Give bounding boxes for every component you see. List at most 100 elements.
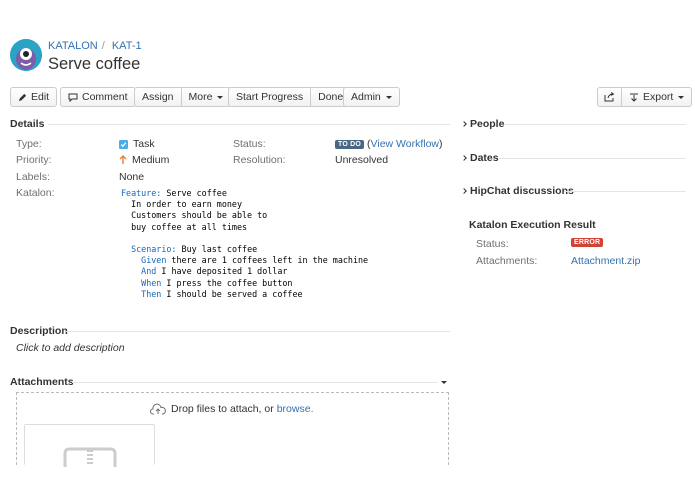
people-toggle[interactable]: People — [461, 118, 505, 130]
edit-button-label: Edit — [31, 91, 50, 103]
gherkin-text: Serve coffee — [161, 188, 227, 198]
status-badge: TO DO — [335, 139, 365, 149]
details-heading[interactable]: Details — [10, 118, 44, 130]
comment-button-label: Comment — [82, 91, 128, 103]
more-button[interactable]: More — [181, 87, 232, 107]
katalon-label: Katalon: — [16, 187, 55, 199]
browse-link[interactable]: browse. — [277, 403, 314, 415]
workflow-group: Start Progress Done — [228, 87, 352, 107]
assign-more-group: Assign More — [134, 87, 232, 107]
breadcrumb-project-link[interactable]: KATALON — [48, 40, 98, 52]
comment-button[interactable]: Comment — [60, 87, 136, 107]
priority-value-text: Medium — [132, 154, 170, 166]
gherkin-line: Scenario: Buy last coffee — [121, 244, 368, 255]
gherkin-text: buy coffee at all times — [121, 221, 248, 232]
more-button-label: More — [188, 91, 213, 103]
gherkin-line: Given there are 1 coffees left in the ma… — [121, 255, 368, 266]
details-divider — [48, 124, 450, 125]
priority-value: Medium — [119, 154, 169, 166]
attachments-divider — [72, 382, 438, 383]
katalon-status-value: ERROR — [571, 238, 604, 247]
chevron-right-icon — [461, 121, 467, 127]
katalon-attachments-value: Attachment.zip — [571, 255, 640, 267]
gherkin-text: I press the coffee button — [161, 277, 293, 288]
priority-arrow-up-icon — [119, 155, 127, 164]
chevron-down-icon — [385, 95, 392, 99]
gherkin-line — [121, 233, 368, 244]
dropzone-text: Drop files to attach, or — [171, 403, 274, 415]
dates-heading: Dates — [470, 152, 499, 164]
attachment-thumbnail[interactable] — [24, 424, 155, 467]
attachments-options-caret-icon[interactable] — [441, 381, 447, 384]
dropzone-message: Drop files to attach, or browse. — [150, 403, 313, 415]
gherkin-line: Customers should be able to — [121, 210, 368, 221]
share-export-group: Export — [597, 87, 693, 107]
gherkin-line: buy coffee at all times — [121, 222, 368, 233]
gherkin-text: Customers should be able to — [121, 210, 268, 221]
type-value-text: Task — [133, 138, 155, 150]
assign-button[interactable]: Assign — [134, 87, 182, 107]
labels-value[interactable]: None — [119, 171, 144, 183]
start-progress-button[interactable]: Start Progress — [228, 87, 312, 107]
gherkin-text: I should be served a coffee — [161, 288, 303, 299]
export-button-label: Export — [643, 91, 674, 103]
dates-divider — [499, 158, 686, 159]
dates-toggle[interactable]: Dates — [461, 152, 499, 164]
share-icon — [604, 92, 615, 102]
chevron-right-icon — [461, 155, 467, 161]
share-button[interactable] — [597, 87, 622, 107]
gherkin-line: In order to earn money — [121, 199, 368, 210]
task-icon — [119, 139, 128, 149]
export-icon — [630, 93, 638, 102]
gherkin-text: Buy last coffee — [176, 243, 258, 254]
monster-avatar-icon — [10, 39, 42, 71]
resolution-value: Unresolved — [335, 154, 389, 166]
gherkin-keyword: Feature: — [121, 188, 162, 198]
gherkin-keyword: Then — [141, 288, 162, 299]
gherkin-line: And I have deposited 1 dollar — [121, 266, 368, 277]
zip-file-icon — [63, 447, 117, 467]
description-heading[interactable]: Description — [10, 325, 68, 337]
hipchat-toggle[interactable]: HipChat discussions — [461, 185, 574, 197]
gherkin-block: Feature: Serve coffee In order to earn m… — [121, 188, 368, 300]
admin-button-label: Admin — [351, 91, 381, 103]
admin-button[interactable]: Admin — [343, 87, 400, 107]
gherkin-text: I have deposited 1 dollar — [156, 266, 288, 277]
katalon-result-heading: Katalon Execution Result — [469, 219, 596, 231]
edit-button[interactable]: Edit — [10, 87, 58, 107]
attachments-heading[interactable]: Attachments — [10, 376, 74, 388]
breadcrumb: KATALON / KAT-1 — [48, 40, 142, 52]
page-title[interactable]: Serve coffee — [48, 55, 140, 74]
project-avatar[interactable] — [10, 39, 42, 71]
chevron-down-icon — [678, 95, 685, 99]
gherkin-text: In order to earn money — [121, 199, 243, 210]
pencil-icon — [18, 93, 27, 101]
chevron-down-icon — [217, 95, 224, 99]
start-progress-label: Start Progress — [236, 91, 304, 103]
gherkin-text: there are 1 coffees left in the machine — [166, 255, 369, 266]
done-button-label: Done — [318, 91, 344, 103]
error-status-badge: ERROR — [571, 238, 604, 247]
gherkin-line: Then I should be served a coffee — [121, 289, 368, 300]
view-workflow-link[interactable]: View Workflow — [371, 138, 439, 150]
gherkin-keyword: When — [141, 277, 162, 288]
attachment-zip-link[interactable]: Attachment.zip — [571, 255, 640, 267]
gherkin-line: When I press the coffee button — [121, 278, 368, 289]
chevron-right-icon — [461, 188, 467, 194]
resolution-label: Resolution: — [233, 154, 286, 166]
gherkin-keyword: Given — [141, 255, 167, 266]
breadcrumb-issue-link[interactable]: KAT-1 — [112, 40, 142, 52]
assign-button-label: Assign — [142, 91, 174, 103]
katalon-status-label: Status: — [476, 238, 509, 250]
priority-label: Priority: — [16, 154, 52, 166]
comment-icon — [68, 93, 78, 102]
hipchat-divider — [564, 191, 686, 192]
status-label: Status: — [233, 138, 266, 150]
description-placeholder[interactable]: Click to add description — [16, 342, 125, 354]
breadcrumb-separator: / — [101, 40, 105, 52]
export-button[interactable]: Export — [622, 87, 693, 107]
people-divider — [504, 124, 686, 125]
view-workflow-wrap: (View Workflow) — [367, 138, 443, 150]
gherkin-keyword: Scenario: — [131, 243, 177, 254]
people-heading: People — [470, 118, 505, 130]
